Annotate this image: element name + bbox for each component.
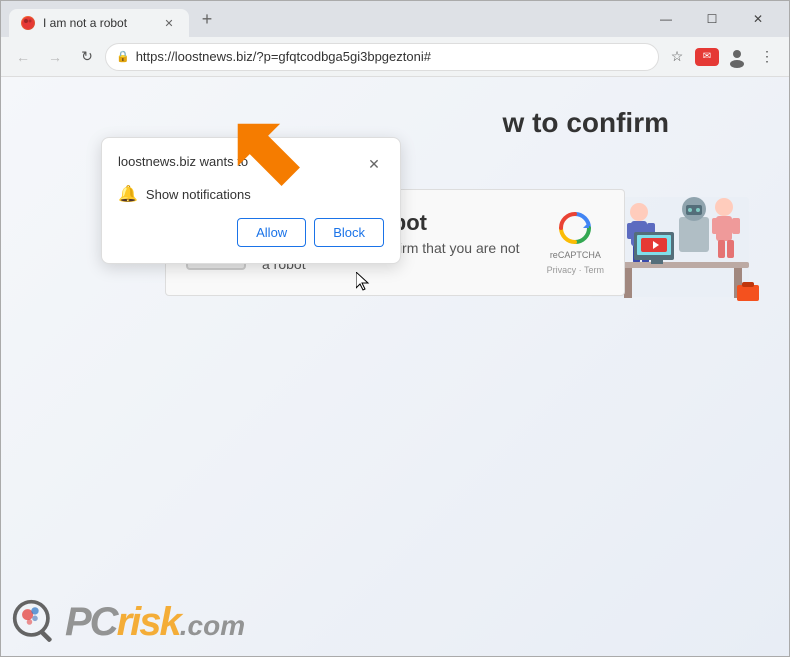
site-background: w to confirm <box>1 77 789 656</box>
url-text: https://loostnews.biz/?p=gfqtcodbga5gi3b… <box>136 49 648 64</box>
new-tab-button[interactable]: + <box>193 5 221 33</box>
tab-favicon <box>21 16 35 30</box>
allow-button[interactable]: Allow <box>237 218 306 247</box>
pcrisk-com: .com <box>180 610 245 641</box>
popup-header: loostnews.biz wants to ✕ <box>118 154 384 174</box>
recaptcha-badge: reCAPTCHA Privacy · Term <box>547 210 604 275</box>
tab-close-button[interactable]: ✕ <box>161 15 177 31</box>
active-tab[interactable]: I am not a robot ✕ <box>9 9 189 37</box>
notification-popup: loostnews.biz wants to ✕ 🔔 Show notifica… <box>101 137 401 264</box>
url-bar[interactable]: 🔒 https://loostnews.biz/?p=gfqtcodbga5gi… <box>105 43 659 71</box>
pcrisk-pc: PC <box>65 600 117 644</box>
pcrisk-risk: risk <box>117 600 180 644</box>
back-button[interactable]: ← <box>9 43 37 71</box>
lock-icon: 🔒 <box>116 50 130 63</box>
maximize-button[interactable]: ☐ <box>689 5 735 33</box>
pcrisk-text: PCrisk.com <box>65 600 245 645</box>
popup-title: loostnews.biz wants to <box>118 154 248 169</box>
email-icon-btn: ✉ <box>695 48 719 66</box>
confirm-text: w to confirm <box>503 97 669 139</box>
address-bar: ← → ↻ 🔒 https://loostnews.biz/?p=gfqtcod… <box>1 37 789 77</box>
email-icon[interactable]: ✉ <box>693 43 721 71</box>
popup-buttons: Allow Block <box>118 218 384 247</box>
tab-bar: I am not a robot ✕ + <box>9 1 639 37</box>
notification-row: 🔔 Show notifications <box>118 184 384 204</box>
menu-icon[interactable]: ⋮ <box>753 43 781 71</box>
title-bar: I am not a robot ✕ + — ☐ ✕ <box>1 1 789 37</box>
close-button[interactable]: ✕ <box>735 5 781 33</box>
window-controls: — ☐ ✕ <box>643 1 781 33</box>
pcrisk-watermark: PCrisk.com <box>11 598 245 646</box>
recaptcha-label: reCAPTCHA <box>550 250 601 261</box>
forward-button[interactable]: → <box>41 43 69 71</box>
browser-window: I am not a robot ✕ + — ☐ ✕ ← → ↻ 🔒 https… <box>0 0 790 657</box>
refresh-button[interactable]: ↻ <box>73 43 101 71</box>
tab-title: I am not a robot <box>43 16 153 30</box>
notification-label: Show notifications <box>146 187 251 202</box>
page-content: w to confirm <box>1 77 789 656</box>
profile-icon[interactable] <box>723 43 751 71</box>
address-actions: ☆ ✉ ⋮ <box>663 43 781 71</box>
block-button[interactable]: Block <box>314 218 384 247</box>
minimize-button[interactable]: — <box>643 5 689 33</box>
recaptcha-links: Privacy · Term <box>547 265 604 275</box>
bell-icon: 🔔 <box>118 184 138 204</box>
bookmark-icon[interactable]: ☆ <box>663 43 691 71</box>
popup-close-button[interactable]: ✕ <box>364 154 384 174</box>
